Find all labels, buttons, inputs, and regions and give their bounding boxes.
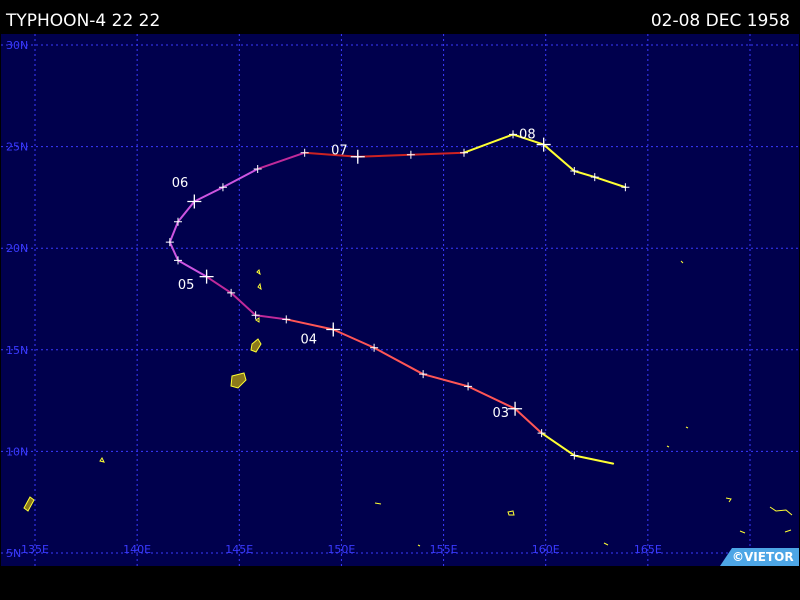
lon-label: 160E [532, 543, 560, 556]
day-label: 07 [331, 144, 348, 159]
day-label: 05 [178, 278, 195, 293]
map-canvas: 03 04 05 06 07 08 5N 10N 15N 20N 25N 30N 135E 140E 14… [1, 34, 799, 566]
day-label: 03 [492, 406, 509, 421]
storm-title: TYPHOON-4 22 22 [6, 11, 161, 31]
day-label: 08 [519, 127, 536, 142]
lat-label: 25N [6, 141, 28, 154]
day-label: 06 [172, 176, 189, 191]
lon-label: 145E [225, 543, 253, 556]
day-label: 04 [300, 333, 317, 348]
date-range: 02-08 DEC 1958 [650, 11, 790, 31]
lat-label: 5N [6, 547, 21, 560]
lat-label: 15N [6, 344, 28, 357]
lat-label: 20N [6, 242, 28, 255]
lat-label: 30N [6, 39, 28, 52]
lat-label: 10N [6, 445, 28, 458]
ocean-background [1, 34, 799, 566]
lon-label: 140E [123, 543, 151, 556]
lon-label: 150E [327, 543, 355, 556]
credit-badge: ©VIETOR [720, 548, 799, 566]
lon-label: 155E [430, 543, 458, 556]
lon-label: 135E [21, 543, 49, 556]
lon-label: 165E [634, 543, 662, 556]
